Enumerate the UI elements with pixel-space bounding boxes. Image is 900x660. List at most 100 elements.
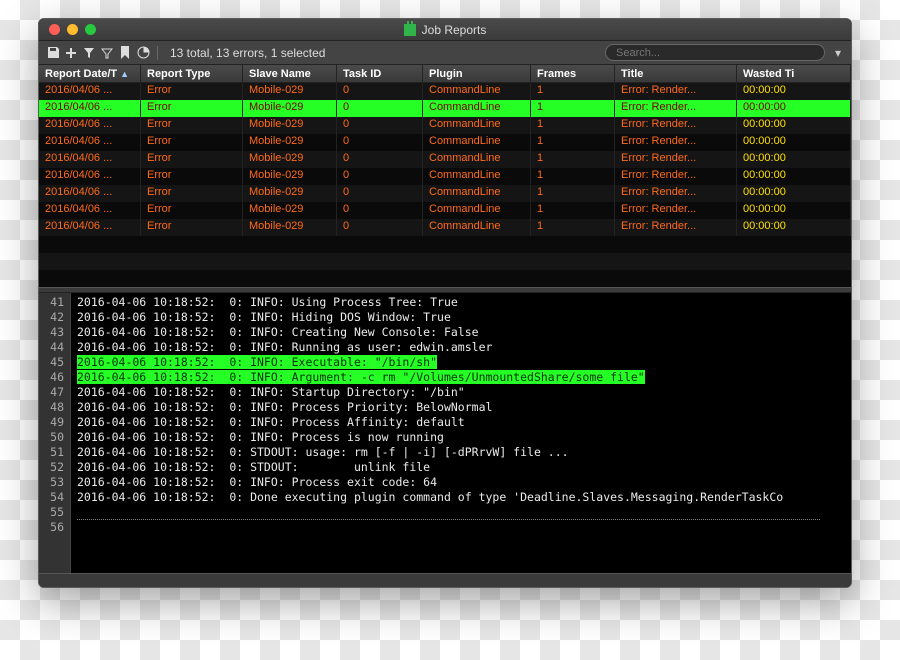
table-row[interactable]: 2016/04/06 ...ErrorMobile-0290CommandLin…	[39, 202, 851, 219]
log-pane: 41424344454647484950515253545556 2016-04…	[39, 293, 851, 573]
app-icon	[404, 24, 416, 36]
minimize-icon[interactable]	[67, 24, 78, 35]
line-number: 56	[39, 520, 64, 535]
line-number: 45	[39, 355, 64, 370]
cell: 00:00:00	[737, 219, 851, 236]
cell: Error	[141, 83, 243, 100]
col-slave-name[interactable]: Slave Name	[243, 65, 337, 82]
table-row[interactable]: 2016/04/06 ...ErrorMobile-0290CommandLin…	[39, 117, 851, 134]
col-report-date[interactable]: Report Date/T ▲	[39, 65, 141, 82]
cell: Error: Render...	[615, 219, 737, 236]
cell: CommandLine	[423, 219, 531, 236]
log-line: 2016-04-06 10:18:52: 0: INFO: Using Proc…	[77, 295, 851, 310]
cell: Error: Render...	[615, 151, 737, 168]
table-header: Report Date/T ▲ Report Type Slave Name T…	[39, 65, 851, 83]
cell: 00:00:00	[737, 202, 851, 219]
col-task-id[interactable]: Task ID	[337, 65, 423, 82]
cell: 0	[337, 134, 423, 151]
cell: Mobile-029	[243, 151, 337, 168]
add-icon[interactable]	[63, 45, 79, 61]
log-line	[77, 520, 851, 535]
line-number: 46	[39, 370, 64, 385]
cell: CommandLine	[423, 202, 531, 219]
line-number: 49	[39, 415, 64, 430]
cell: 2016/04/06 ...	[39, 117, 141, 134]
search-input[interactable]	[605, 44, 825, 61]
table-empty-area	[39, 236, 851, 287]
cell: 00:00:00	[737, 100, 851, 117]
cell: CommandLine	[423, 117, 531, 134]
col-plugin[interactable]: Plugin	[423, 65, 531, 82]
log-line: 2016-04-06 10:18:52: 0: STDOUT: unlink f…	[77, 460, 851, 475]
save-icon[interactable]	[45, 45, 61, 61]
cell: 0	[337, 185, 423, 202]
log-line: 2016-04-06 10:18:52: 0: STDOUT: usage: r…	[77, 445, 851, 460]
log-line: 2016-04-06 10:18:52: 0: INFO: Startup Di…	[77, 385, 851, 400]
cell: 2016/04/06 ...	[39, 83, 141, 100]
log-line: 2016-04-06 10:18:52: 0: Done executing p…	[77, 490, 851, 505]
cell: 1	[531, 117, 615, 134]
cell: Mobile-029	[243, 185, 337, 202]
window-title-text: Job Reports	[422, 23, 487, 37]
toolbar-separator	[157, 46, 158, 60]
titlebar: Job Reports	[39, 19, 851, 41]
line-number: 52	[39, 460, 64, 475]
log-lines[interactable]: 2016-04-06 10:18:52: 0: INFO: Using Proc…	[71, 293, 851, 573]
cell: 2016/04/06 ...	[39, 168, 141, 185]
cell: Error	[141, 219, 243, 236]
col-title[interactable]: Title	[615, 65, 737, 82]
cell: 1	[531, 168, 615, 185]
col-frames[interactable]: Frames	[531, 65, 615, 82]
line-number: 43	[39, 325, 64, 340]
cell: Error	[141, 134, 243, 151]
cell: 00:00:00	[737, 168, 851, 185]
close-icon[interactable]	[49, 24, 60, 35]
search-dropdown-icon[interactable]: ▾	[831, 46, 845, 60]
cell: Mobile-029	[243, 83, 337, 100]
cell: Error	[141, 168, 243, 185]
cell: 2016/04/06 ...	[39, 134, 141, 151]
cell: CommandLine	[423, 83, 531, 100]
zoom-icon[interactable]	[85, 24, 96, 35]
cell: CommandLine	[423, 134, 531, 151]
funnel-icon[interactable]	[99, 45, 115, 61]
cell: Mobile-029	[243, 134, 337, 151]
cell: 1	[531, 134, 615, 151]
log-line: 2016-04-06 10:18:52: 0: INFO: Process is…	[77, 430, 851, 445]
col-wasted-time[interactable]: Wasted Ti	[737, 65, 851, 82]
traffic-lights	[39, 24, 96, 35]
col-report-type[interactable]: Report Type	[141, 65, 243, 82]
cell: 1	[531, 83, 615, 100]
table-row[interactable]: 2016/04/06 ...ErrorMobile-0290CommandLin…	[39, 219, 851, 236]
line-number: 51	[39, 445, 64, 460]
cell: Error	[141, 117, 243, 134]
table-row[interactable]: 2016/04/06 ...ErrorMobile-0290CommandLin…	[39, 168, 851, 185]
reports-table-body: 2016/04/06 ...ErrorMobile-0290CommandLin…	[39, 83, 851, 236]
cell: 2016/04/06 ...	[39, 202, 141, 219]
table-row[interactable]: 2016/04/06 ...ErrorMobile-0290CommandLin…	[39, 83, 851, 100]
table-row[interactable]: 2016/04/06 ...ErrorMobile-0290CommandLin…	[39, 100, 851, 117]
cell: 0	[337, 117, 423, 134]
table-row[interactable]: 2016/04/06 ...ErrorMobile-0290CommandLin…	[39, 185, 851, 202]
horizontal-scrollbar[interactable]	[39, 573, 851, 587]
log-line: 2016-04-06 10:18:52: 0: INFO: Running as…	[77, 340, 851, 355]
cell: 2016/04/06 ...	[39, 151, 141, 168]
filter-icon[interactable]	[81, 45, 97, 61]
window-title: Job Reports	[39, 23, 851, 37]
cell: 0	[337, 168, 423, 185]
line-number: 47	[39, 385, 64, 400]
table-row[interactable]: 2016/04/06 ...ErrorMobile-0290CommandLin…	[39, 134, 851, 151]
cell: 1	[531, 151, 615, 168]
cell: Error: Render...	[615, 100, 737, 117]
pie-icon[interactable]	[135, 45, 151, 61]
cell: Error: Render...	[615, 134, 737, 151]
log-line: 2016-04-06 10:18:52: 0: INFO: Creating N…	[77, 325, 851, 340]
cell: Error	[141, 151, 243, 168]
cell: Mobile-029	[243, 100, 337, 117]
line-number: 48	[39, 400, 64, 415]
cell: 1	[531, 185, 615, 202]
cell: 2016/04/06 ...	[39, 219, 141, 236]
table-row[interactable]: 2016/04/06 ...ErrorMobile-0290CommandLin…	[39, 151, 851, 168]
bookmark-icon[interactable]	[117, 45, 133, 61]
cell: CommandLine	[423, 168, 531, 185]
